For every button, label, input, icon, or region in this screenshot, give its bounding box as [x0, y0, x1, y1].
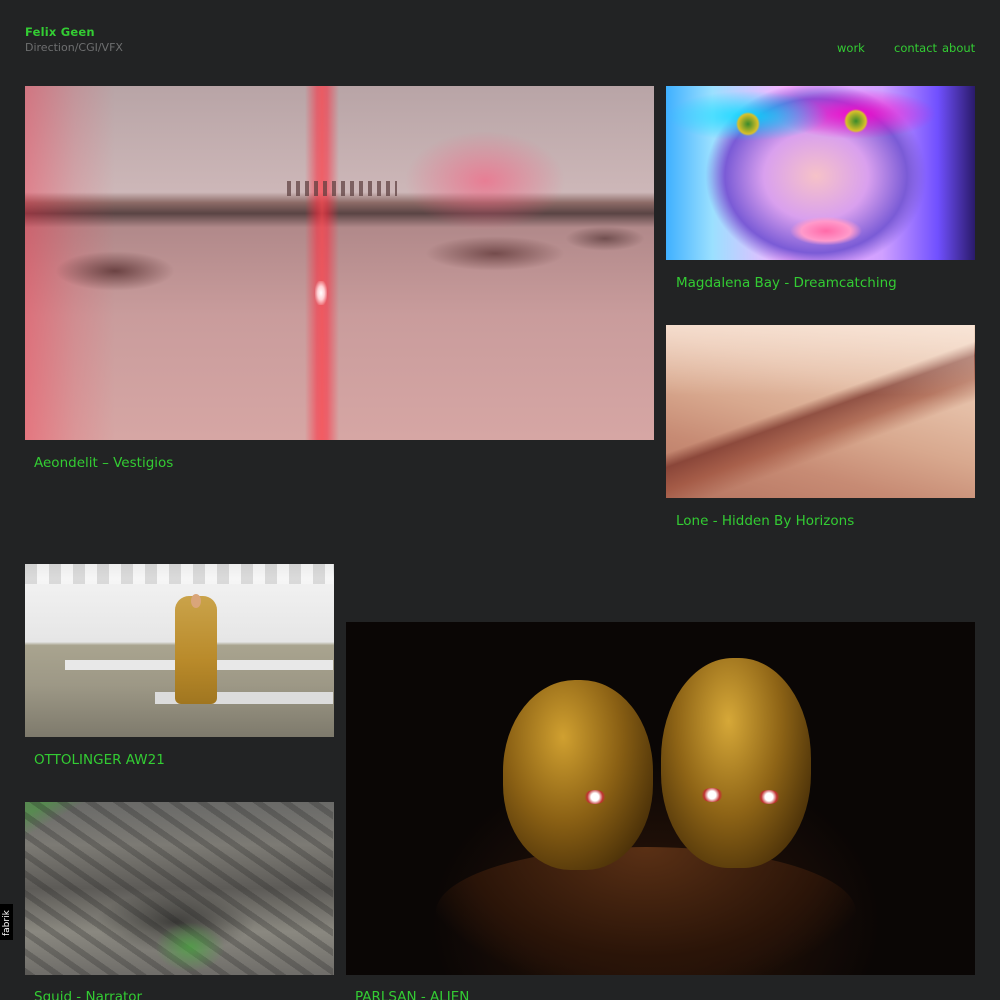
project-thumbnail-ottolinger[interactable]: [25, 564, 334, 737]
nav-contact-link[interactable]: contact: [894, 41, 937, 55]
project-title-ottolinger[interactable]: OTTOLINGER AW21: [34, 752, 165, 768]
nav-about-link[interactable]: about: [942, 41, 975, 55]
site-name[interactable]: Felix Geen: [25, 25, 95, 39]
project-title-magdalena-bay[interactable]: Magdalena Bay - Dreamcatching: [676, 275, 897, 291]
project-title-aeondelit[interactable]: Aeondelit – Vestigios: [34, 455, 173, 471]
project-thumbnail-parlsan[interactable]: [346, 622, 975, 975]
fabrik-badge[interactable]: fabrik: [0, 904, 13, 940]
project-thumbnail-aeondelit[interactable]: [25, 86, 654, 440]
project-thumbnail-lone[interactable]: [666, 325, 975, 498]
site-tagline: Direction/CGI/VFX: [25, 41, 123, 54]
project-title-squid[interactable]: Squid - Narrator: [34, 989, 142, 1000]
project-thumbnail-magdalena-bay[interactable]: [666, 86, 975, 260]
project-title-lone[interactable]: Lone - Hidden By Horizons: [676, 513, 854, 529]
fabrik-badge-label: fabrik: [2, 910, 12, 936]
project-thumbnail-squid[interactable]: [25, 802, 334, 975]
nav-work-link[interactable]: work: [837, 41, 865, 55]
project-title-parlsan[interactable]: PARLSAN - ALIEN: [355, 989, 469, 1000]
